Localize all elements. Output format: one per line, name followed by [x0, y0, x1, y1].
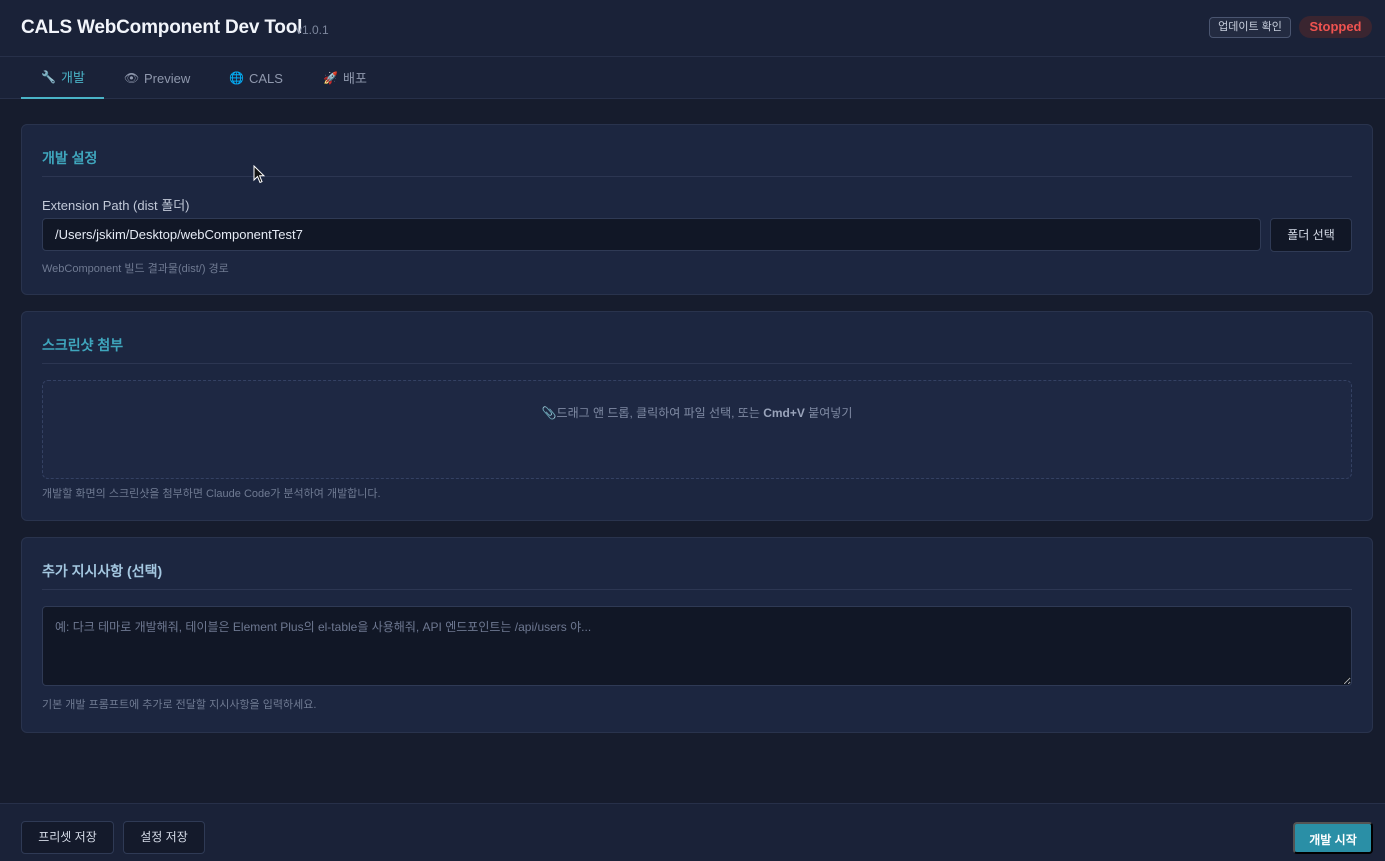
paste-shortcut: Cmd+V — [763, 406, 805, 420]
app-window: CALS WebComponent Dev Tool v1.0.1 업데이트 확… — [0, 0, 1385, 861]
check-update-button[interactable]: 업데이트 확인 — [1209, 17, 1291, 38]
globe-icon: 🌐 — [229, 70, 244, 85]
wrench-icon: 🔧 — [41, 69, 56, 84]
divider — [42, 363, 1352, 364]
select-folder-button[interactable]: 폴더 선택 — [1270, 218, 1352, 252]
app-header: CALS WebComponent Dev Tool v1.0.1 업데이트 확… — [0, 0, 1385, 57]
paperclip-icon: 📎 — [541, 406, 557, 420]
tab-label: 개발 — [61, 69, 85, 85]
divider — [42, 589, 1352, 590]
tab-label: CALS — [249, 70, 283, 86]
divider — [42, 176, 1352, 177]
screenshot-hint: 개발할 화면의 스크린샷을 첨부하면 Claude Code가 분석하여 개발합… — [42, 488, 381, 500]
mouse-cursor-icon — [253, 165, 265, 184]
dropzone-text: 📎드래그 앤 드롭, 클릭하여 파일 선택, 또는 Cmd+V 붙여넣기 — [541, 406, 853, 420]
screenshot-card: 스크린샷 첨부 📎드래그 앤 드롭, 클릭하여 파일 선택, 또는 Cmd+V … — [21, 311, 1373, 521]
tab-deploy[interactable]: 🚀 배포 — [303, 57, 387, 99]
extension-path-label: Extension Path (dist 폴더) — [42, 198, 190, 213]
rocket-icon: 🚀 — [323, 70, 338, 85]
app-version: v1.0.1 — [296, 23, 329, 37]
tab-dev[interactable]: 🔧 개발 — [21, 57, 104, 99]
eye-icon: 👁 — [124, 70, 140, 85]
tab-preview[interactable]: 👁 Preview — [104, 57, 210, 99]
extension-path-hint: WebComponent 빌드 결과물(dist/) 경로 — [42, 263, 229, 275]
tab-label: Preview — [144, 70, 191, 86]
save-preset-button[interactable]: 프리셋 저장 — [21, 821, 114, 854]
extension-path-input[interactable] — [42, 218, 1261, 251]
app-title: CALS WebComponent Dev Tool — [21, 17, 303, 38]
save-settings-button[interactable]: 설정 저장 — [123, 821, 205, 854]
instructions-hint: 기본 개발 프롬프트에 추가로 전달할 지시사항을 입력하세요. — [42, 699, 317, 711]
instructions-title: 추가 지시사항 (선택) — [42, 563, 163, 579]
dev-settings-title: 개발 설정 — [42, 150, 98, 166]
instructions-textarea[interactable] — [42, 606, 1352, 686]
tab-bar: 🔧 개발 👁 Preview 🌐 CALS 🚀 배포 — [0, 57, 1385, 99]
start-dev-button[interactable]: 개발 시작 — [1293, 822, 1373, 854]
tab-label: 배포 — [343, 70, 367, 86]
instructions-card: 추가 지시사항 (선택) 기본 개발 프롬프트에 추가로 전달할 지시사항을 입… — [21, 537, 1373, 733]
tab-cals[interactable]: 🌐 CALS — [209, 57, 303, 99]
status-badge: Stopped — [1299, 16, 1372, 38]
dev-settings-card: 개발 설정 Extension Path (dist 폴더) 폴더 선택 Web… — [21, 124, 1373, 295]
footer-bar: 프리셋 저장 설정 저장 개발 시작 — [0, 803, 1385, 861]
screenshot-dropzone[interactable]: 📎드래그 앤 드롭, 클릭하여 파일 선택, 또는 Cmd+V 붙여넣기 — [42, 380, 1352, 479]
screenshot-title: 스크린샷 첨부 — [42, 337, 124, 353]
